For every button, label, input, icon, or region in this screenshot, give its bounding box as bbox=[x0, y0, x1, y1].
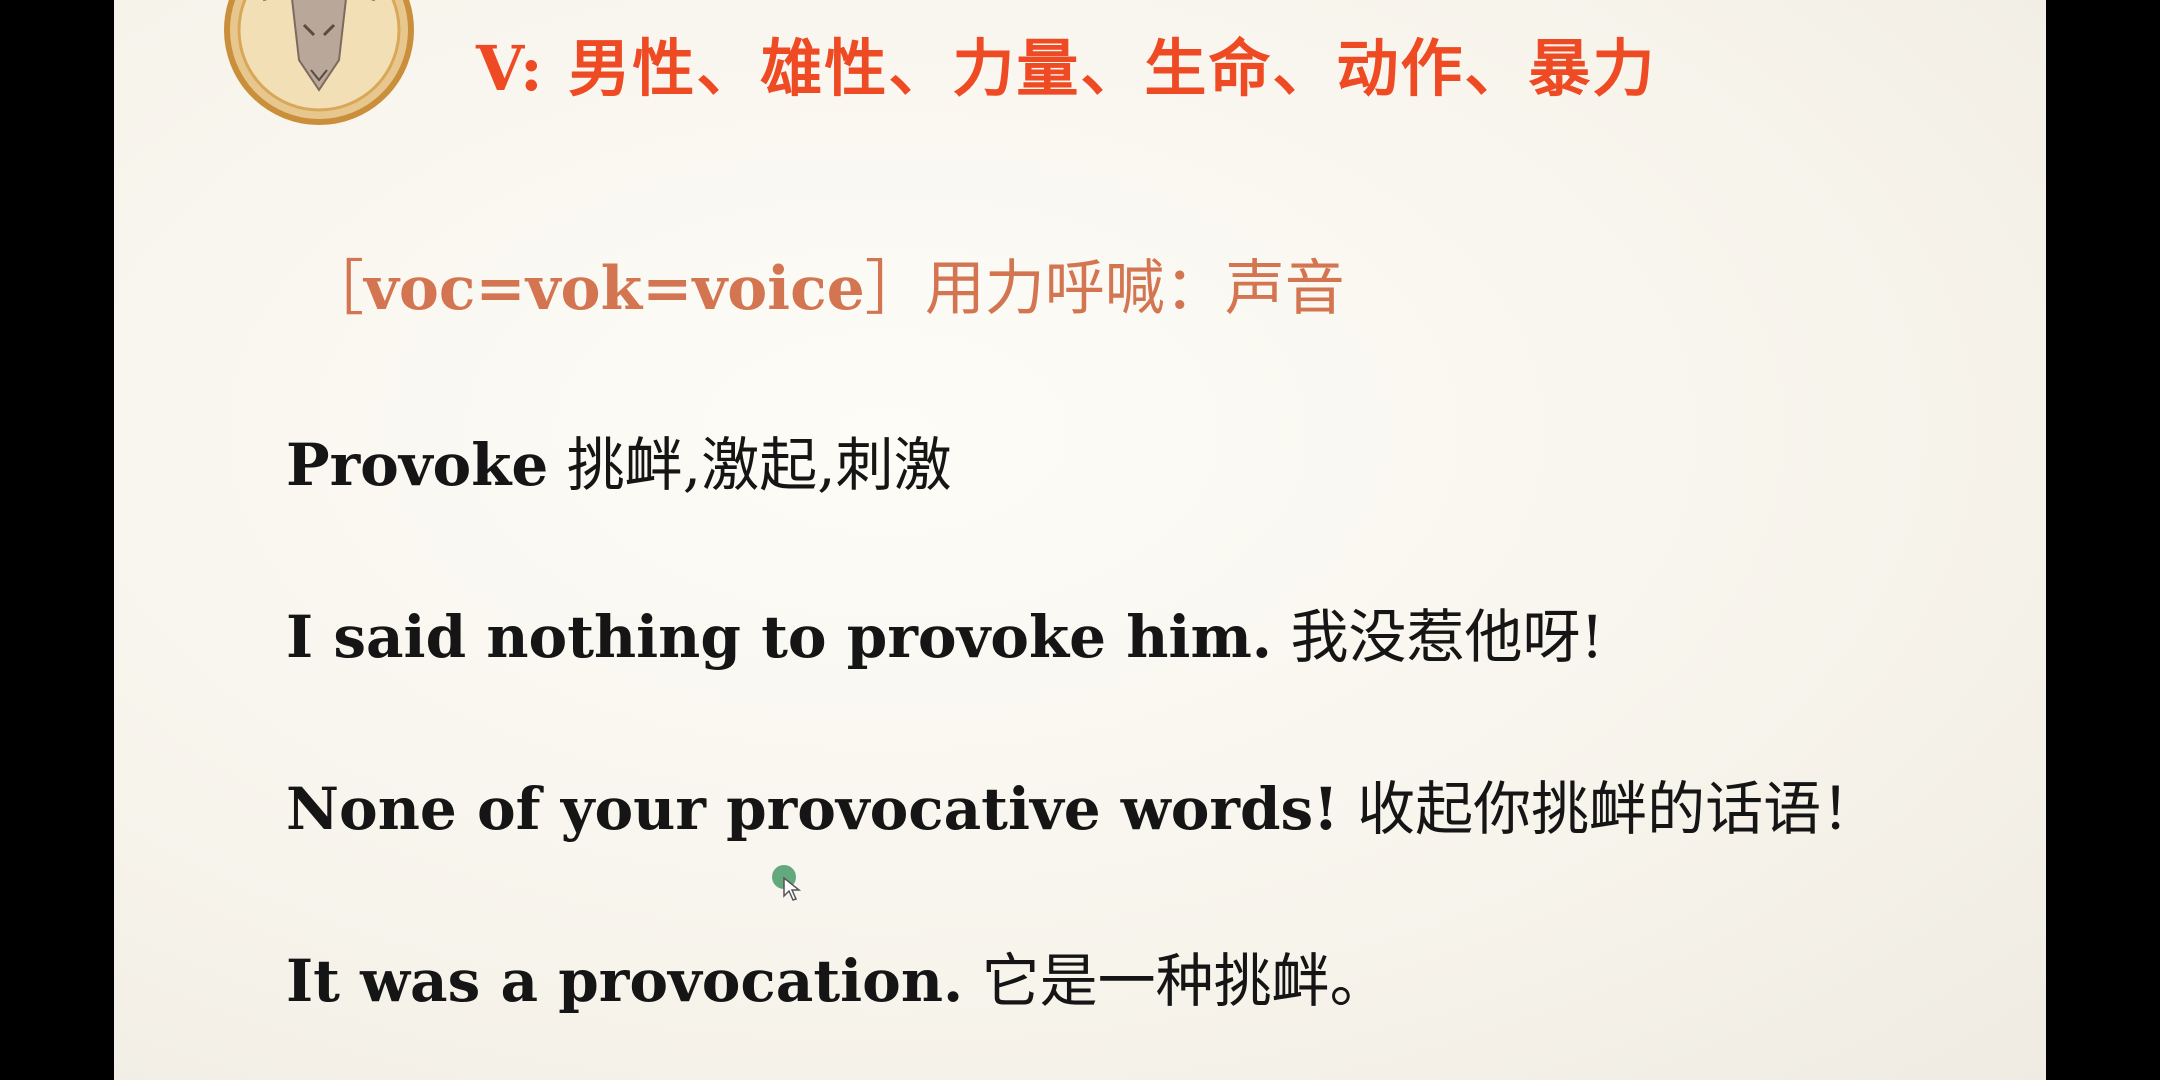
english-text: I said nothing to provoke him. bbox=[286, 603, 1272, 671]
example-sentence: I said nothing to provoke him. 我没惹他呀! bbox=[286, 590, 1604, 674]
root-meaning: 用力呼喊：声音 bbox=[924, 254, 1345, 324]
english-text: None of your provocative words! bbox=[286, 775, 1339, 843]
video-frame: V: 男性、雄性、力量、生命、动作、暴力 ［voc=vok=voice］用力呼喊… bbox=[0, 0, 2160, 1080]
chinese-text: 收起你挑衅的话语！ bbox=[1357, 775, 1880, 843]
bracket-close: ］ bbox=[864, 254, 925, 324]
english-text: It was a provocation. bbox=[286, 947, 964, 1015]
chinese-text: 挑衅,激起,刺激 bbox=[566, 431, 952, 499]
slide: V: 男性、雄性、力量、生命、动作、暴力 ［voc=vok=voice］用力呼喊… bbox=[114, 0, 2046, 1080]
bracket-open: ［ bbox=[304, 254, 364, 324]
mouse-pointer-icon bbox=[772, 865, 802, 901]
chinese-text: 它是一种挑衅。 bbox=[981, 947, 1388, 1015]
root-forms: voc=vok=voice bbox=[364, 254, 865, 324]
ram-head-icon bbox=[224, 0, 414, 125]
english-text: Provoke bbox=[286, 431, 549, 499]
word-root-line: ［voc=vok=voice］用力呼喊：声音 bbox=[304, 240, 1345, 327]
example-sentence: None of your provocative words! 收起你挑衅的话语… bbox=[286, 762, 1879, 846]
vocab-word-line: Provoke 挑衅,激起,刺激 bbox=[286, 418, 952, 502]
chinese-text: 我没惹他呀! bbox=[1290, 603, 1604, 671]
example-sentence: It was a provocation. 它是一种挑衅。 bbox=[286, 934, 1388, 1018]
slide-title: V: 男性、雄性、力量、生命、动作、暴力 bbox=[476, 32, 1657, 105]
